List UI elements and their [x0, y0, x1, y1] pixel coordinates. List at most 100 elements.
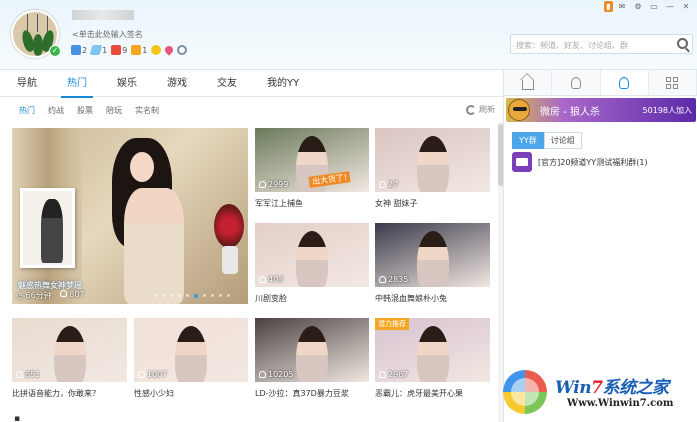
- watermark-brand: Win7系统之家: [555, 378, 669, 398]
- viewer-icon: [138, 371, 145, 378]
- channel-thumbnail[interactable]: 出大货了! 2999: [255, 128, 369, 192]
- message-icon[interactable]: ✉: [615, 1, 629, 12]
- refresh-button[interactable]: 刷新: [466, 104, 495, 115]
- close-button[interactable]: ✕: [679, 1, 693, 12]
- featured-card[interactable]: 魅惑热舞女神梦瑶 ◷ 66分钟 807: [12, 128, 248, 304]
- carousel-dot[interactable]: [162, 294, 165, 297]
- channel-title[interactable]: 女神 甜妹子: [375, 198, 418, 209]
- subtab-battle[interactable]: 约战: [48, 105, 64, 116]
- group-user-icon: [619, 76, 630, 89]
- channel-card[interactable]: 851 比拼语音能力，你敢来？: [12, 318, 127, 404]
- username-blurred[interactable]: [72, 10, 134, 20]
- tab-groups[interactable]: [600, 70, 649, 95]
- channel-thumbnail[interactable]: 2835: [375, 223, 490, 287]
- channel-title[interactable]: 比拼语音能力，你敢来？: [12, 388, 100, 399]
- channel-card[interactable]: 27 女神 甜妹子: [375, 128, 490, 214]
- channel-card[interactable]: 潜力推荐 2967 恶霸儿：虎牙最美开心果: [375, 318, 490, 404]
- tab-games[interactable]: 游戏: [167, 71, 187, 97]
- carousel-dot[interactable]: [186, 294, 189, 297]
- carousel-dot[interactable]: [219, 294, 222, 297]
- mascot-icon: [508, 99, 530, 121]
- profile-header: ✓ <单击此处输入签名 2 1 9 1 ▮ ✉ ⚙ ▭ — ✕ 搜索：频道、好友…: [0, 0, 697, 70]
- viewer-count: 2999: [259, 180, 288, 189]
- channel-thumbnail[interactable]: 851: [12, 318, 127, 382]
- signature-input[interactable]: <单击此处输入签名: [72, 29, 143, 40]
- search-input[interactable]: 搜索：频道、好友、讨论组、群: [510, 34, 693, 54]
- group-list-item[interactable]: [官方]20频道YY测试福利群(1): [512, 152, 648, 172]
- tab-discussion[interactable]: 讨论组: [543, 132, 582, 149]
- channel-title[interactable]: 中韩混血舞娘朴小兔: [375, 293, 447, 304]
- channel-title[interactable]: 性感小少妇: [134, 388, 174, 399]
- streamer-figure: [296, 231, 328, 287]
- viewer-count: 851: [16, 370, 40, 379]
- channel-card[interactable]: 2835 中韩混血舞娘朴小兔: [375, 223, 490, 309]
- subtab-companion[interactable]: 陪玩: [106, 105, 122, 116]
- channel-title[interactable]: LD-沙拉：真37D暴力豆浆: [255, 388, 349, 399]
- channel-title[interactable]: 川剧变脸: [255, 293, 287, 304]
- subtab-verified[interactable]: 实名制: [135, 105, 159, 116]
- badge-crown[interactable]: 1: [131, 45, 147, 55]
- channel-card[interactable]: 出大货了! 2999 军军江上捕鱼: [255, 128, 369, 214]
- channel-thumbnail[interactable]: 10205: [255, 318, 369, 382]
- home-icon: [521, 79, 534, 90]
- wing-icon: [89, 45, 103, 55]
- viewer-icon: [259, 371, 266, 378]
- tab-apps[interactable]: [649, 70, 697, 95]
- tab-my-yy[interactable]: 我的YY: [267, 71, 299, 97]
- carousel-dot[interactable]: [170, 294, 173, 297]
- channel-card[interactable]: 10205 LD-沙拉：真37D暴力豆浆: [255, 318, 369, 404]
- settings-icon[interactable]: ⚙: [631, 1, 645, 12]
- channel-title[interactable]: 军军江上捕鱼: [255, 198, 303, 209]
- viewer-icon: [379, 181, 386, 188]
- tab-home[interactable]: [504, 70, 553, 95]
- tab-social[interactable]: 交友: [217, 71, 237, 97]
- carousel-dot[interactable]: [178, 294, 181, 297]
- watermark-url: Www.Winwin7.com: [567, 398, 674, 409]
- carousel-dot[interactable]: [211, 294, 214, 297]
- channel-thumbnail[interactable]: 27: [375, 128, 490, 192]
- minimize-button[interactable]: —: [663, 1, 677, 12]
- badge-diamond[interactable]: 2: [71, 45, 87, 55]
- channel-thumbnail[interactable]: 403: [255, 223, 369, 287]
- subtab-hot[interactable]: 热门: [19, 105, 35, 116]
- tab-entertainment[interactable]: 娱乐: [117, 71, 137, 97]
- tools-icon[interactable]: ▭: [647, 1, 661, 12]
- badge-wing[interactable]: 1: [89, 45, 107, 55]
- carousel-dot[interactable]: [227, 294, 230, 297]
- featured-photo-frame: [20, 188, 75, 268]
- tab-friends[interactable]: [552, 70, 601, 95]
- badge-coin[interactable]: [151, 45, 162, 55]
- channel-title[interactable]: 恶霸儿：虎牙最美开心果: [375, 388, 463, 399]
- sub-nav: 热门 约战 股票 陪玩 实名制 刷新: [0, 98, 503, 122]
- carousel-dots: [154, 294, 230, 298]
- heart-icon: [163, 44, 176, 56]
- avatar-string: [47, 14, 48, 32]
- tab-yy-group[interactable]: YY群: [512, 132, 544, 149]
- carousel-dot-active[interactable]: [194, 294, 198, 298]
- tab-hot[interactable]: 热门: [61, 71, 93, 98]
- viewer-count: 2967: [379, 370, 408, 379]
- channel-thumbnail[interactable]: 潜力推荐 2967: [375, 318, 490, 382]
- carousel-dot[interactable]: [203, 294, 206, 297]
- user-icon: [570, 76, 581, 89]
- group-name: [官方]20频道YY测试福利群(1): [538, 157, 648, 167]
- skin-button[interactable]: ▮: [604, 1, 613, 12]
- channel-card[interactable]: 403 川剧变脸: [255, 223, 369, 309]
- badge-red[interactable]: 9: [111, 45, 127, 55]
- thumbnail-overlay-tag: 潜力推荐: [375, 318, 409, 330]
- subtab-stocks[interactable]: 股票: [77, 105, 93, 116]
- badge-eye[interactable]: [177, 45, 188, 55]
- viewer-count: 27: [379, 180, 398, 189]
- badge-heart[interactable]: [163, 44, 176, 56]
- duration-label: ◷ 66分钟: [16, 291, 52, 300]
- refresh-icon: [466, 104, 476, 115]
- carousel-dot[interactable]: [154, 294, 157, 297]
- tab-nav[interactable]: 导航: [17, 71, 37, 97]
- weifang-banner[interactable]: 微房 - 狼人杀 50198人加入: [506, 98, 696, 122]
- streamer-figure: [416, 231, 449, 287]
- channel-thumbnail[interactable]: 1007: [134, 318, 248, 382]
- viewer-count: 1007: [138, 370, 167, 379]
- viewer-icon: [59, 290, 67, 297]
- channel-card[interactable]: 1007 性感小少妇: [134, 318, 248, 404]
- search-icon[interactable]: [677, 38, 688, 49]
